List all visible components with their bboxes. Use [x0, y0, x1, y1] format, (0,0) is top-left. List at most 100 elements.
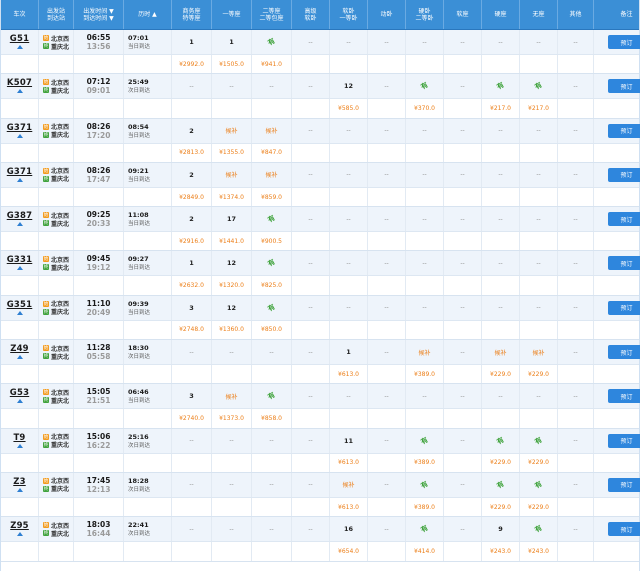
to-station-name[interactable]: 重庆北	[51, 529, 69, 538]
expand-stops-icon[interactable]	[16, 310, 23, 315]
col-times[interactable]: 出发时间 ▼ 到达时间 ▼	[74, 0, 124, 29]
expand-stops-icon[interactable]	[16, 487, 23, 492]
end-station-icon: 终	[43, 530, 49, 537]
seat-soft-sleeper[interactable]: 16	[330, 517, 368, 542]
seat-hard-sleeper[interactable]: 有	[406, 472, 444, 497]
seat-first[interactable]: 候补	[212, 118, 252, 143]
train-number-link[interactable]: G331	[7, 255, 33, 265]
to-station-name[interactable]: 重庆北	[51, 174, 69, 183]
seat-hard-sleeper[interactable]: 有	[406, 74, 444, 99]
expand-stops-icon[interactable]	[16, 532, 23, 537]
to-station-name[interactable]: 重庆北	[51, 130, 69, 139]
to-station-name[interactable]: 重庆北	[51, 396, 69, 405]
seat-first[interactable]: 12	[212, 251, 252, 276]
train-number-link[interactable]: Z3	[13, 477, 25, 487]
train-number-link[interactable]: T9	[13, 433, 25, 443]
seat-business[interactable]: 1	[172, 30, 212, 54]
seat-business[interactable]: 3	[172, 384, 212, 409]
seat-business[interactable]: 2	[172, 162, 212, 187]
book-button[interactable]: 预订	[607, 123, 640, 138]
seat-hard-seat[interactable]: 有	[482, 74, 520, 99]
seat-first[interactable]: 候补	[212, 162, 252, 187]
seat-business[interactable]: 2	[172, 207, 212, 232]
expand-stops-icon[interactable]	[16, 443, 23, 448]
expand-stops-icon[interactable]	[16, 45, 23, 49]
seat-soft-sleeper[interactable]: 12	[330, 74, 368, 99]
col-duration[interactable]: 历时 ▲	[124, 0, 172, 29]
book-button[interactable]: 预订	[607, 35, 640, 49]
train-number-link[interactable]: G351	[7, 300, 33, 310]
seat-hard-seat[interactable]: 9	[482, 517, 520, 542]
seat-availability: --	[308, 127, 313, 135]
train-number-link[interactable]: G387	[7, 211, 33, 221]
seat-second[interactable]: 候补	[252, 118, 292, 143]
to-station-name[interactable]: 重庆北	[51, 219, 69, 228]
expand-stops-icon[interactable]	[16, 266, 23, 271]
expand-stops-icon[interactable]	[16, 222, 23, 227]
book-button[interactable]: 预订	[607, 477, 640, 492]
to-station-name[interactable]: 重庆北	[51, 484, 69, 493]
book-button[interactable]: 预订	[607, 300, 640, 315]
train-number-link[interactable]: G53	[10, 388, 29, 398]
seat-second[interactable]: 有	[252, 251, 292, 276]
book-button[interactable]: 预订	[607, 167, 640, 182]
seat-second[interactable]: 有	[252, 207, 292, 232]
seat-hard-sleeper[interactable]: 有	[406, 428, 444, 453]
book-button[interactable]: 预订	[607, 79, 640, 94]
seat-no-seat[interactable]: 有	[520, 517, 558, 542]
seat-hard-seat[interactable]: 有	[482, 472, 520, 497]
seat-second[interactable]: 有	[252, 295, 292, 320]
to-station-name[interactable]: 重庆北	[51, 352, 69, 361]
times-cell: 15:06 16:22	[74, 428, 124, 453]
seat-no-seat[interactable]: 有	[520, 472, 558, 497]
arrival-time: 20:49	[86, 307, 111, 317]
seat-business[interactable]: 1	[172, 251, 212, 276]
train-number-link[interactable]: Z95	[10, 521, 29, 531]
train-number-link[interactable]: K507	[7, 78, 32, 88]
seat-hard-seat[interactable]: 候补	[482, 340, 520, 365]
waitlist-label: 候补	[225, 128, 238, 136]
seat-second[interactable]: 有	[252, 30, 292, 54]
seat-second[interactable]: 有	[252, 384, 292, 409]
expand-stops-icon[interactable]	[16, 89, 23, 94]
seat-no-seat: --	[520, 251, 558, 276]
book-button[interactable]: 预订	[607, 256, 640, 271]
book-button[interactable]: 预订	[607, 433, 640, 448]
seat-hard-sleeper[interactable]: 有	[406, 517, 444, 542]
seat-no-seat[interactable]: 有	[520, 74, 558, 99]
train-number-link[interactable]: G371	[7, 123, 33, 133]
expand-stops-icon[interactable]	[16, 399, 23, 404]
train-number-link[interactable]: Z49	[10, 344, 29, 354]
price-hard-seat: ¥243.0	[482, 542, 520, 561]
seat-second[interactable]: 候补	[252, 162, 292, 187]
to-station-name[interactable]: 重庆北	[51, 42, 69, 51]
expand-stops-icon[interactable]	[16, 355, 23, 360]
seat-no-seat[interactable]: 有	[520, 428, 558, 453]
book-button[interactable]: 预订	[607, 345, 640, 360]
seat-soft-sleeper[interactable]: 1	[330, 340, 368, 365]
train-number-link[interactable]: G371	[7, 167, 33, 177]
seat-first[interactable]: 1	[212, 30, 252, 54]
seat-soft-sleeper[interactable]: 候补	[330, 472, 368, 497]
to-station-name[interactable]: 重庆北	[51, 263, 69, 272]
seat-first[interactable]: 17	[212, 207, 252, 232]
seat-first[interactable]: 12	[212, 295, 252, 320]
book-button[interactable]: 预订	[607, 212, 640, 227]
seat-hard-seat[interactable]: 有	[482, 428, 520, 453]
seat-price: ¥900.5	[261, 237, 282, 245]
seat-hard-sleeper[interactable]: 候补	[406, 340, 444, 365]
train-number-link[interactable]: G51	[10, 34, 29, 44]
seat-business[interactable]: 2	[172, 118, 212, 143]
expand-stops-icon[interactable]	[16, 133, 23, 138]
expand-stops-icon[interactable]	[16, 177, 23, 182]
to-station-name[interactable]: 重庆北	[51, 440, 69, 449]
book-button[interactable]: 预订	[607, 389, 640, 404]
seat-first[interactable]: 候补	[212, 384, 252, 409]
to-station-name[interactable]: 重庆北	[51, 86, 69, 95]
seat-business[interactable]: 3	[172, 295, 212, 320]
col-train[interactable]: 车次	[1, 0, 39, 29]
book-button[interactable]: 预订	[607, 522, 640, 537]
to-station-name[interactable]: 重庆北	[51, 307, 69, 316]
seat-no-seat[interactable]: 候补	[520, 340, 558, 365]
seat-soft-sleeper[interactable]: 11	[330, 428, 368, 453]
